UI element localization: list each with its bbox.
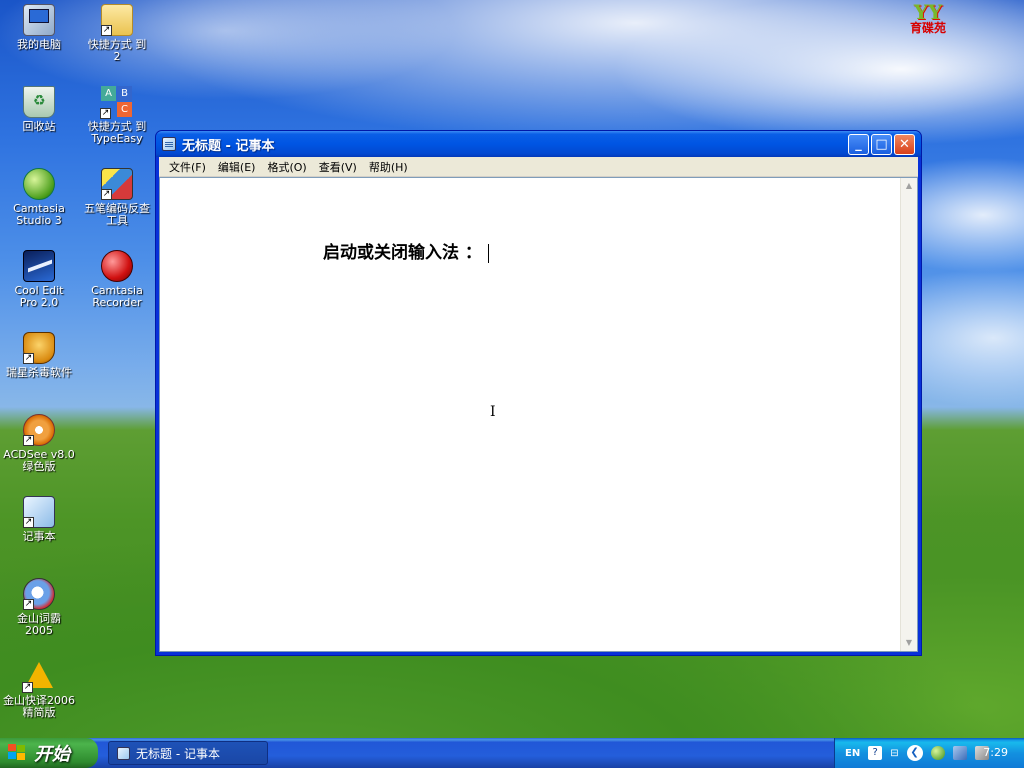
notepad-icon bbox=[117, 746, 130, 760]
taskbar-item-notepad[interactable]: 无标题 - 记事本 bbox=[108, 741, 268, 765]
notepad-icon[interactable] bbox=[162, 137, 176, 151]
desktop-icon-notepad[interactable]: ↗ 记事本 bbox=[1, 496, 77, 543]
shortcut-arrow-icon: ↗ bbox=[100, 108, 111, 119]
desktop-icon-label: Camtasia Studio 3 bbox=[13, 202, 65, 227]
desktop-icon-acdsee[interactable]: ↗ ACDSee v8.0 绿色版 bbox=[1, 414, 77, 473]
kingsoft-ciba-icon: ↗ bbox=[23, 578, 55, 610]
notepad-icon: ↗ bbox=[23, 496, 55, 528]
folder-icon: ↗ bbox=[101, 4, 133, 36]
shortcut-arrow-icon: ↗ bbox=[23, 353, 34, 364]
shortcut-arrow-icon: ↗ bbox=[22, 682, 33, 693]
menu-edit[interactable]: 编辑(E) bbox=[212, 159, 262, 175]
desktop-icon-label: 记事本 bbox=[22, 530, 56, 543]
kingsoft-kuaiyi-icon: ↗ bbox=[22, 660, 55, 693]
system-tray: EN ? ⊟ ❮ 7:29 bbox=[834, 738, 1024, 768]
camtasia-studio-icon bbox=[23, 168, 55, 200]
ibeam-cursor-icon: I bbox=[490, 404, 496, 420]
close-button[interactable]: ✕ bbox=[894, 133, 915, 155]
shortcut-arrow-icon: ↗ bbox=[23, 435, 34, 446]
menu-view[interactable]: 查看(V) bbox=[313, 159, 363, 175]
scroll-up-arrow-icon[interactable]: ▲ bbox=[901, 178, 917, 194]
tray-app-green-icon[interactable] bbox=[930, 746, 945, 760]
taskbar: 开始 无标题 - 记事本 EN ? ⊟ ❮ 7:29 bbox=[0, 738, 1024, 768]
minimize-button[interactable]: _ bbox=[848, 133, 869, 155]
recycle-bin-icon: ♻ bbox=[23, 86, 55, 118]
scroll-down-arrow-icon[interactable]: ▼ bbox=[901, 635, 917, 651]
windows-logo-icon bbox=[8, 744, 28, 762]
camtasia-recorder-icon bbox=[101, 250, 133, 282]
notepad-window[interactable]: 无标题 - 记事本 _ □ ✕ 文件(F) 编辑(E) 格式(O) 查看(V) … bbox=[155, 130, 922, 656]
desktop-icon-label: 快捷方式 到 TypeEasy bbox=[87, 120, 147, 145]
shortcut-arrow-icon: ↗ bbox=[23, 517, 34, 528]
shortcut-arrow-icon: ↗ bbox=[101, 189, 112, 200]
desktop-icon-label: 瑞星杀毒软件 bbox=[6, 366, 72, 379]
desktop-icon-label: 金山快译2006 精简版 bbox=[3, 694, 75, 719]
help-icon[interactable]: ? bbox=[868, 746, 883, 760]
taskbar-item-label: 无标题 - 记事本 bbox=[136, 746, 220, 761]
logo-text: 育碟苑 bbox=[909, 21, 946, 35]
desktop-icon-shortcut-2[interactable]: ↗ 快捷方式 到 2 bbox=[79, 4, 155, 63]
acdsee-eye-icon: ↗ bbox=[23, 414, 55, 446]
ime-options-icon[interactable]: ⊟ bbox=[890, 748, 898, 759]
desktop-icon-recycle-bin[interactable]: ♻ 回收站 bbox=[1, 86, 77, 133]
desktop-icon-label: Cool Edit Pro 2.0 bbox=[14, 284, 64, 309]
desktop-icon-camtasia-recorder[interactable]: Camtasia Recorder bbox=[79, 250, 155, 309]
menu-format[interactable]: 格式(O) bbox=[261, 159, 312, 175]
shortcut-arrow-icon: ↗ bbox=[23, 599, 34, 610]
clock[interactable]: 7:29 bbox=[983, 746, 1008, 759]
desktop-icon-label: 回收站 bbox=[22, 120, 56, 133]
shortcut-arrow-icon: ↗ bbox=[101, 25, 112, 36]
window-title: 无标题 - 记事本 bbox=[182, 138, 275, 154]
desktop-icon-label: 金山词霸 2005 bbox=[17, 612, 61, 637]
desktop-icon-cool-edit[interactable]: Cool Edit Pro 2.0 bbox=[1, 250, 77, 309]
logo-mark: YY bbox=[913, 0, 943, 24]
text-editor[interactable]: 启动或关闭输入法 ： I ▲ ▼ bbox=[159, 177, 918, 652]
desktop-icon-kingsoft-kuaiyi[interactable]: ↗ 金山快译2006 精简版 bbox=[1, 660, 77, 719]
menu-bar: 文件(F) 编辑(E) 格式(O) 查看(V) 帮助(H) bbox=[159, 157, 918, 177]
desktop-icon-label: 快捷方式 到 2 bbox=[87, 38, 147, 63]
editor-content: 启动或关闭输入法 ： bbox=[323, 238, 489, 263]
maximize-button[interactable]: □ bbox=[871, 133, 892, 155]
desktop-icon-label: 我的电脑 bbox=[17, 38, 61, 51]
computer-icon bbox=[23, 4, 55, 36]
language-indicator[interactable]: EN bbox=[845, 748, 860, 759]
start-button[interactable]: 开始 bbox=[0, 738, 98, 768]
abc-blocks-icon: A B C ↗ bbox=[100, 86, 133, 119]
desktop-icon-typeeasy[interactable]: A B C ↗ 快捷方式 到 TypeEasy bbox=[79, 86, 155, 145]
desktop-icon-label: Camtasia Recorder bbox=[91, 284, 143, 309]
network-icon[interactable] bbox=[952, 746, 967, 760]
editor-text: 启动或关闭输入法 ： bbox=[323, 243, 482, 263]
desktop-icon-my-computer[interactable]: 我的电脑 bbox=[1, 4, 77, 51]
desktop-icon-rising-antivirus[interactable]: ↗ 瑞星杀毒软件 bbox=[1, 332, 77, 379]
desktop-icon-camtasia-studio[interactable]: Camtasia Studio 3 bbox=[1, 168, 77, 227]
desktop-icon-label: 五笔编码反查 工具 bbox=[84, 202, 150, 227]
menu-help[interactable]: 帮助(H) bbox=[363, 159, 414, 175]
wubi-tool-icon: ↗ bbox=[101, 168, 133, 200]
desktop-icon-kingsoft-ciba[interactable]: ↗ 金山词霸 2005 bbox=[1, 578, 77, 637]
text-caret bbox=[487, 243, 489, 263]
lion-shield-icon: ↗ bbox=[23, 332, 55, 364]
desktop-icon-wubi-tool[interactable]: ↗ 五笔编码反查 工具 bbox=[79, 168, 155, 227]
window-titlebar[interactable]: 无标题 - 记事本 _ □ ✕ bbox=[156, 131, 921, 157]
desktop-icon-label: ACDSee v8.0 绿色版 bbox=[3, 448, 75, 473]
cool-edit-icon bbox=[23, 250, 55, 282]
vertical-scrollbar[interactable]: ▲ ▼ bbox=[900, 178, 917, 651]
show-hidden-icons-icon[interactable]: ❮ bbox=[906, 745, 923, 761]
start-label: 开始 bbox=[34, 744, 70, 765]
watermark-logo: YY 育碟苑 bbox=[898, 2, 958, 36]
menu-file[interactable]: 文件(F) bbox=[163, 159, 212, 175]
